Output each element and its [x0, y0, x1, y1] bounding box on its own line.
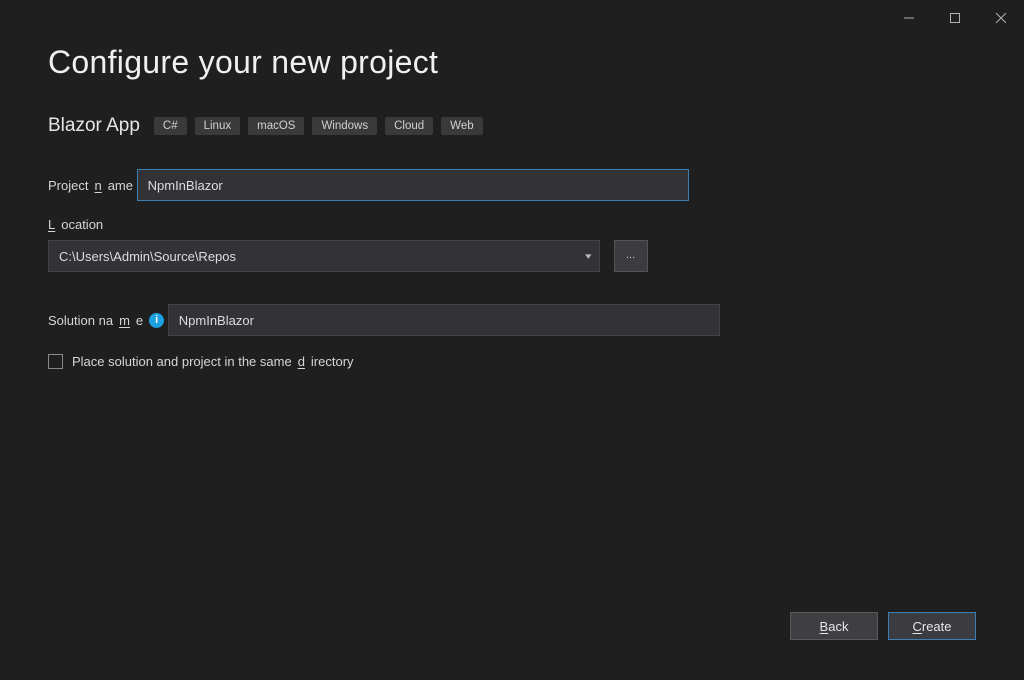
same-directory-label: Place solution and project in the same d…	[72, 354, 354, 369]
close-icon	[996, 13, 1006, 23]
chevron-down-icon: ▾	[586, 251, 592, 262]
location-row: C:\Users\Admin\Source\Repos ▾ …	[48, 240, 976, 272]
location-group: Location C:\Users\Admin\Source\Repos ▾ …	[48, 217, 976, 272]
page-title: Configure your new project	[48, 44, 976, 81]
label-mnemonic: C	[912, 619, 921, 634]
template-tag: Web	[441, 117, 482, 135]
location-value: C:\Users\Admin\Source\Repos	[59, 249, 236, 264]
same-directory-checkbox[interactable]	[48, 354, 63, 369]
project-name-input[interactable]	[137, 169, 689, 201]
info-icon[interactable]: i	[149, 313, 164, 328]
maximize-icon	[950, 13, 960, 23]
label-text: ame	[108, 178, 133, 193]
minimize-button[interactable]	[886, 6, 932, 30]
label-mnemonic: m	[119, 313, 130, 328]
label-text: reate	[922, 619, 952, 634]
label-mnemonic: n	[94, 178, 101, 193]
ellipsis-icon: …	[626, 250, 637, 261]
location-combobox[interactable]: C:\Users\Admin\Source\Repos ▾	[48, 240, 600, 272]
close-button[interactable]	[978, 6, 1024, 30]
template-tag: Cloud	[385, 117, 433, 135]
footer-buttons: Back Create	[790, 612, 976, 640]
project-name-group: Project name	[48, 161, 976, 201]
label-text: Project	[48, 178, 88, 193]
back-button[interactable]: Back	[790, 612, 878, 640]
solution-name-label: Solution na me i	[48, 313, 164, 328]
maximize-button[interactable]	[932, 6, 978, 30]
template-tag: C#	[154, 117, 187, 135]
template-row: Blazor App C# Linux macOS Windows Cloud …	[48, 115, 976, 137]
content-area: Configure your new project Blazor App C#…	[0, 0, 1024, 369]
label-text: Solution na	[48, 313, 113, 328]
label-text: ack	[828, 619, 848, 634]
create-button[interactable]: Create	[888, 612, 976, 640]
solution-name-input[interactable]	[168, 304, 720, 336]
label-text: ocation	[61, 217, 103, 232]
label-mnemonic: d	[298, 354, 305, 369]
same-directory-row: Place solution and project in the same d…	[48, 354, 976, 369]
label-text: Place solution and project in the same	[72, 354, 292, 369]
template-tag: Linux	[195, 117, 241, 135]
template-tag: Windows	[312, 117, 377, 135]
browse-button[interactable]: …	[614, 240, 648, 272]
template-name: Blazor App	[48, 115, 140, 137]
location-label: Location	[48, 217, 103, 232]
titlebar	[886, 0, 1024, 30]
template-tag: macOS	[248, 117, 304, 135]
label-text: irectory	[311, 354, 354, 369]
solution-name-group: Solution na me i	[48, 296, 976, 336]
label-mnemonic: L	[48, 217, 55, 232]
minimize-icon	[904, 13, 914, 23]
label-text: e	[136, 313, 143, 328]
project-name-label: Project name	[48, 178, 133, 193]
label-mnemonic: B	[820, 619, 829, 634]
tag-row: C# Linux macOS Windows Cloud Web	[154, 117, 483, 135]
